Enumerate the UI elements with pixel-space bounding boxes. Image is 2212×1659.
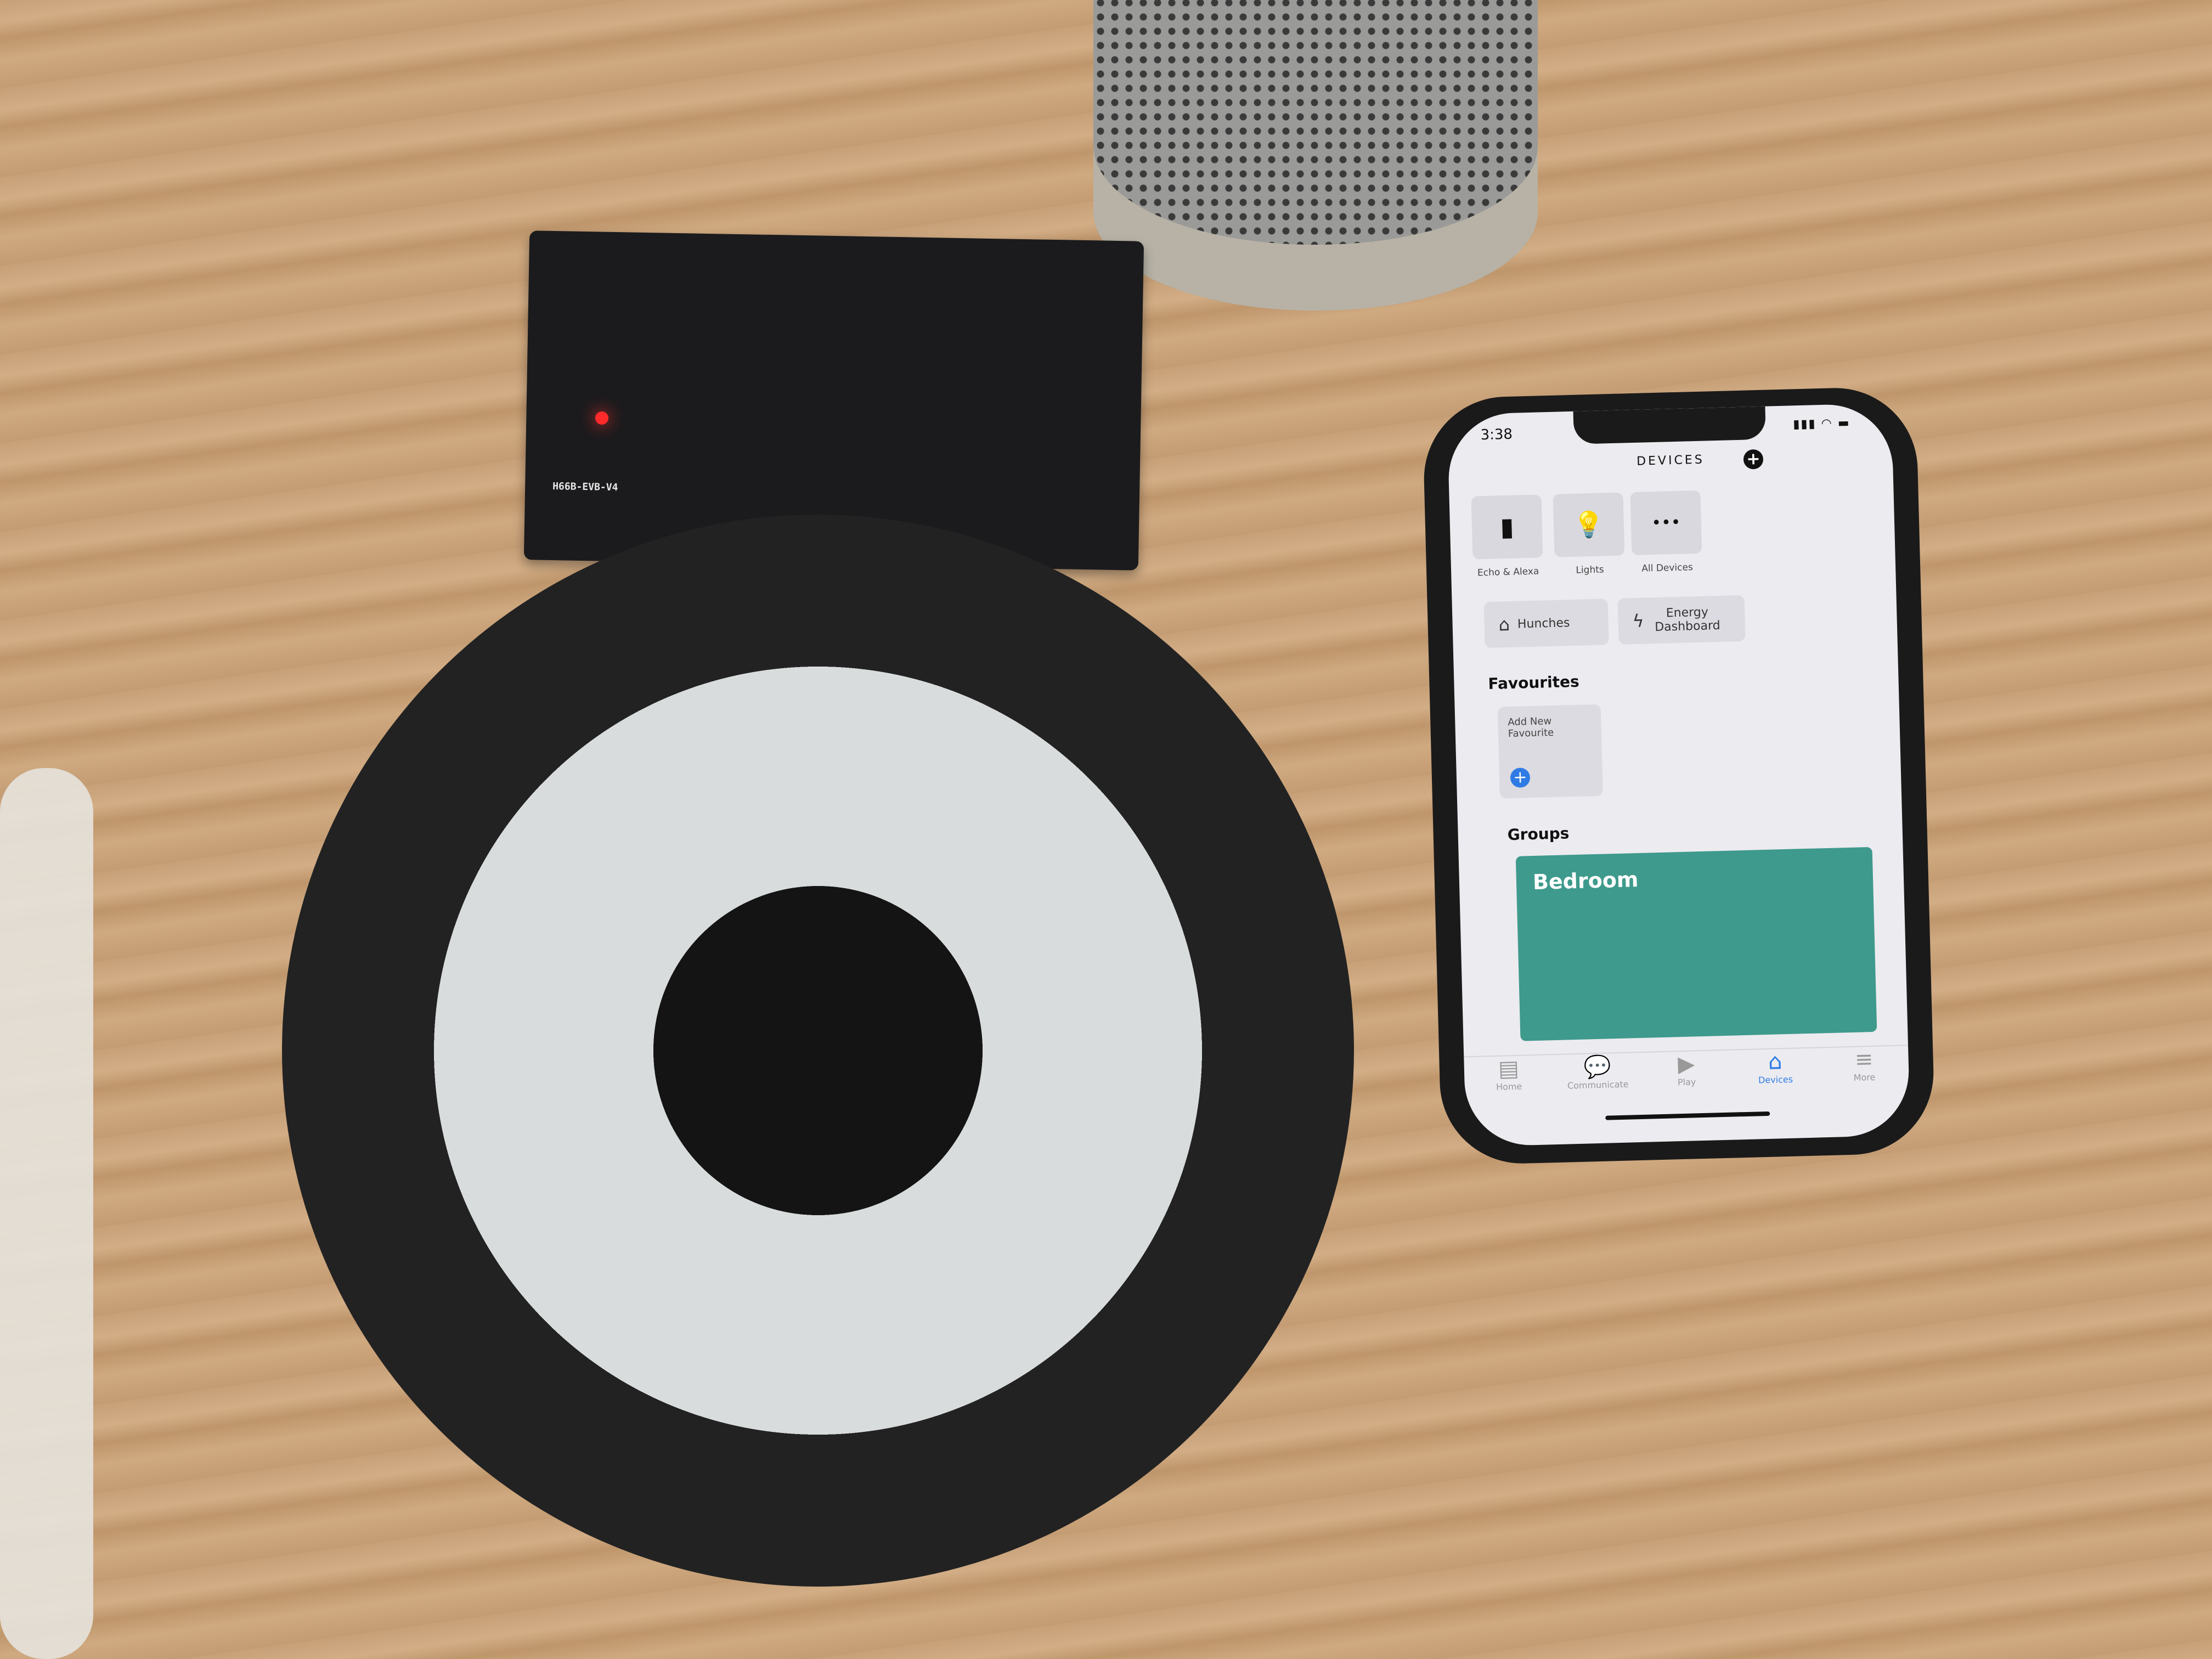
status-time: 3:38 <box>1480 426 1513 444</box>
echo-speaker-icon: ▮ <box>1499 511 1515 542</box>
more-dots-icon: ••• <box>1651 512 1681 533</box>
energy-dashboard-button[interactable]: ϟ Energy Dashboard <box>1617 595 1746 645</box>
category-lights[interactable]: 💡 <box>1553 492 1625 557</box>
add-favourite-label: Add New Favourite <box>1508 715 1554 740</box>
add-device-button[interactable]: + <box>1743 449 1764 470</box>
category-all-devices[interactable]: ••• <box>1630 490 1702 556</box>
lightning-icon: ϟ <box>1632 610 1645 632</box>
category-label: All Devices <box>1641 562 1694 574</box>
favourites-heading: Favourites <box>1488 672 1580 693</box>
tab-communicate[interactable]: 💬 Communicate <box>1556 1053 1640 1110</box>
bottom-tab-bar: ▤ Home 💬 Communicate ▶ Play ⌂ Devices ≡ More <box>1464 1045 1910 1113</box>
menu-icon: ≡ <box>1854 1046 1874 1073</box>
page-title: DEVICES <box>1636 453 1705 469</box>
alexa-app-screen: 3:38 ▮▮▮ ◠ ▬ DEVICES + ▮ 💡 ••• Echo & Al… <box>1447 403 1911 1147</box>
tab-label: Devices <box>1758 1074 1793 1086</box>
board-label: H66B-EVB-V4 <box>552 481 618 494</box>
notch <box>1573 406 1766 444</box>
led-strip <box>0 768 93 1659</box>
reel-hub <box>653 886 983 1215</box>
energy-dashboard-label: Energy Dashboard <box>1655 605 1720 635</box>
status-indicators: ▮▮▮ ◠ ▬ <box>1792 416 1850 432</box>
chat-bubble-icon: 💬 <box>1583 1054 1612 1080</box>
group-label: Bedroom <box>1532 867 1639 895</box>
tab-more[interactable]: ≡ More <box>1822 1046 1906 1103</box>
echo-speaker <box>1093 0 1538 311</box>
category-label: Lights <box>1576 564 1605 576</box>
tab-label: Communicate <box>1567 1079 1629 1091</box>
home-icon: ▤ <box>1498 1056 1520 1082</box>
plus-icon: + <box>1510 768 1531 788</box>
hunches-button[interactable]: ⌂ Hunches <box>1483 599 1609 648</box>
tab-label: Home <box>1496 1081 1522 1092</box>
tab-play[interactable]: ▶ Play <box>1645 1051 1729 1108</box>
tab-devices[interactable]: ⌂ Devices <box>1734 1048 1818 1105</box>
devices-house-icon: ⌂ <box>1768 1049 1782 1075</box>
category-echo-alexa[interactable]: ▮ <box>1471 494 1543 560</box>
tab-label: More <box>1853 1071 1876 1083</box>
light-bulb-icon: 💡 <box>1572 509 1605 540</box>
play-icon: ▶ <box>1677 1051 1695 1077</box>
category-label: Echo & Alexa <box>1477 566 1539 579</box>
group-card-bedroom[interactable]: Bedroom <box>1515 847 1877 1041</box>
hunches-label: Hunches <box>1517 616 1570 631</box>
tab-home[interactable]: ▤ Home <box>1467 1055 1551 1112</box>
house-gear-icon: ⌂ <box>1498 613 1510 635</box>
home-indicator[interactable] <box>1605 1111 1770 1120</box>
tab-label: Play <box>1677 1076 1696 1088</box>
red-led <box>595 411 608 425</box>
groups-heading: Groups <box>1507 824 1570 844</box>
add-favourite-card[interactable]: Add New Favourite + <box>1497 704 1603 799</box>
plus-circle-icon: + <box>1746 449 1760 469</box>
smartphone: 3:38 ▮▮▮ ◠ ▬ DEVICES + ▮ 💡 ••• Echo & Al… <box>1421 386 1936 1166</box>
